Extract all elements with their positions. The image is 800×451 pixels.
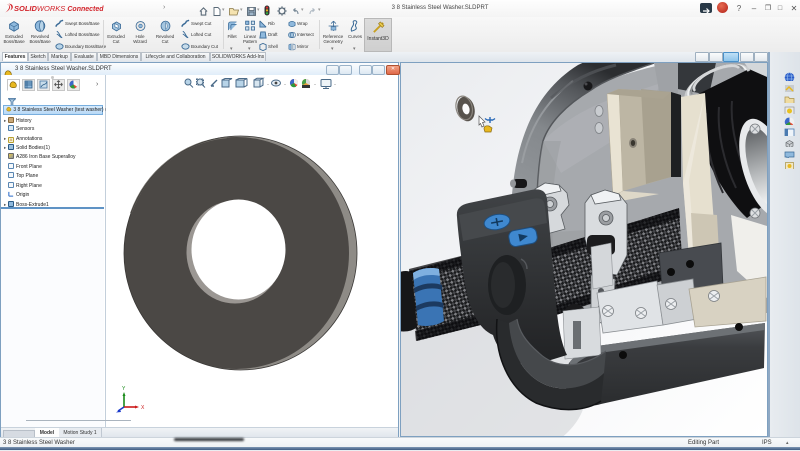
svg-text:X: X — [141, 405, 145, 411]
svg-text:Y: Y — [122, 386, 126, 392]
